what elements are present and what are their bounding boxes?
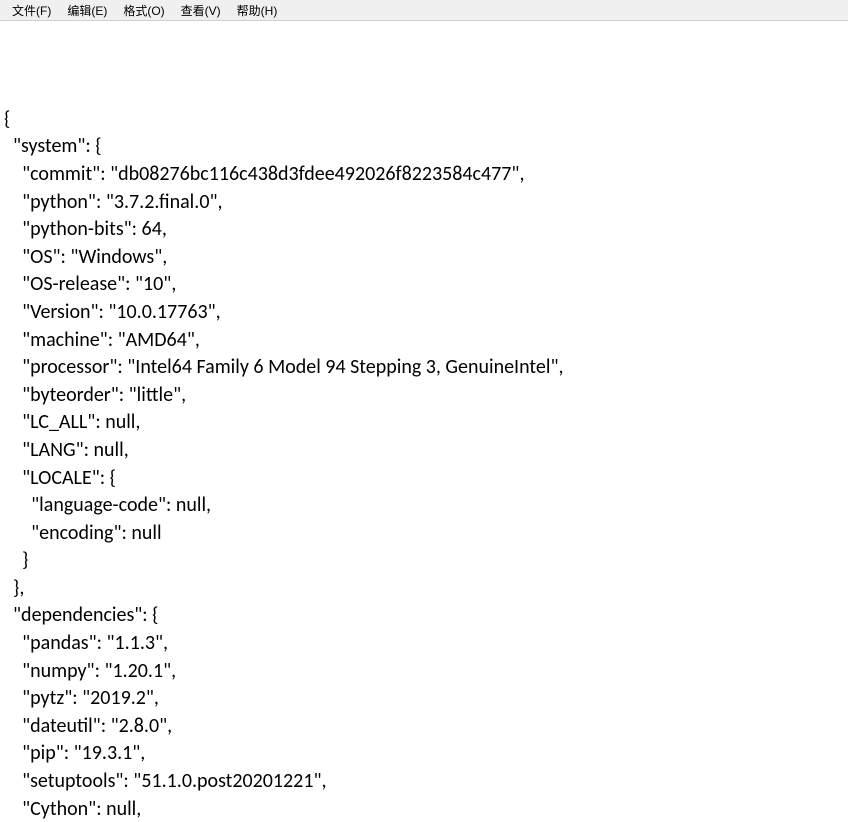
text-line: "pip": "19.3.1",	[4, 740, 844, 768]
menubar: 文件(F) 编辑(E) 格式(O) 查看(V) 帮助(H)	[0, 0, 848, 21]
text-line: "dependencies": {	[4, 602, 844, 630]
menu-format[interactable]: 格式(O)	[115, 0, 172, 21]
text-line: "LOCALE": {	[4, 465, 844, 493]
text-line: "setuptools": "51.1.0.post20201221",	[4, 768, 844, 796]
text-line: "python-bits": 64,	[4, 216, 844, 244]
editor-content[interactable]: { "system": { "commit": "db08276bc116c43…	[4, 78, 844, 822]
text-line: "LANG": null,	[4, 437, 844, 465]
text-line: "Version": "10.0.17763",	[4, 299, 844, 327]
text-line: "pandas": "1.1.3",	[4, 630, 844, 658]
menu-view[interactable]: 查看(V)	[173, 0, 229, 21]
text-line: "encoding": null	[4, 520, 844, 548]
menu-file[interactable]: 文件(F)	[4, 0, 59, 21]
menu-edit[interactable]: 编辑(E)	[59, 0, 115, 21]
text-line: "Cython": null,	[4, 796, 844, 822]
text-editor[interactable]: { "system": { "commit": "db08276bc116c43…	[0, 21, 848, 822]
text-line: "machine": "AMD64",	[4, 327, 844, 355]
text-line: "processor": "Intel64 Family 6 Model 94 …	[4, 354, 844, 382]
text-line: "pytz": "2019.2",	[4, 685, 844, 713]
text-line: "python": "3.7.2.final.0",	[4, 189, 844, 217]
text-line: "OS-release": "10",	[4, 271, 844, 299]
text-line: "language-code": null,	[4, 492, 844, 520]
text-line: "commit": "db08276bc116c438d3fdee492026f…	[4, 161, 844, 189]
menu-help[interactable]: 帮助(H)	[229, 0, 286, 21]
text-line: "OS": "Windows",	[4, 244, 844, 272]
text-line: {	[4, 106, 844, 134]
text-line: "dateutil": "2.8.0",	[4, 713, 844, 741]
text-line: "system": {	[4, 133, 844, 161]
text-line: "LC_ALL": null,	[4, 409, 844, 437]
text-line: }	[4, 547, 844, 575]
text-line: "numpy": "1.20.1",	[4, 658, 844, 686]
text-line: },	[4, 575, 844, 603]
text-line: "byteorder": "little",	[4, 382, 844, 410]
